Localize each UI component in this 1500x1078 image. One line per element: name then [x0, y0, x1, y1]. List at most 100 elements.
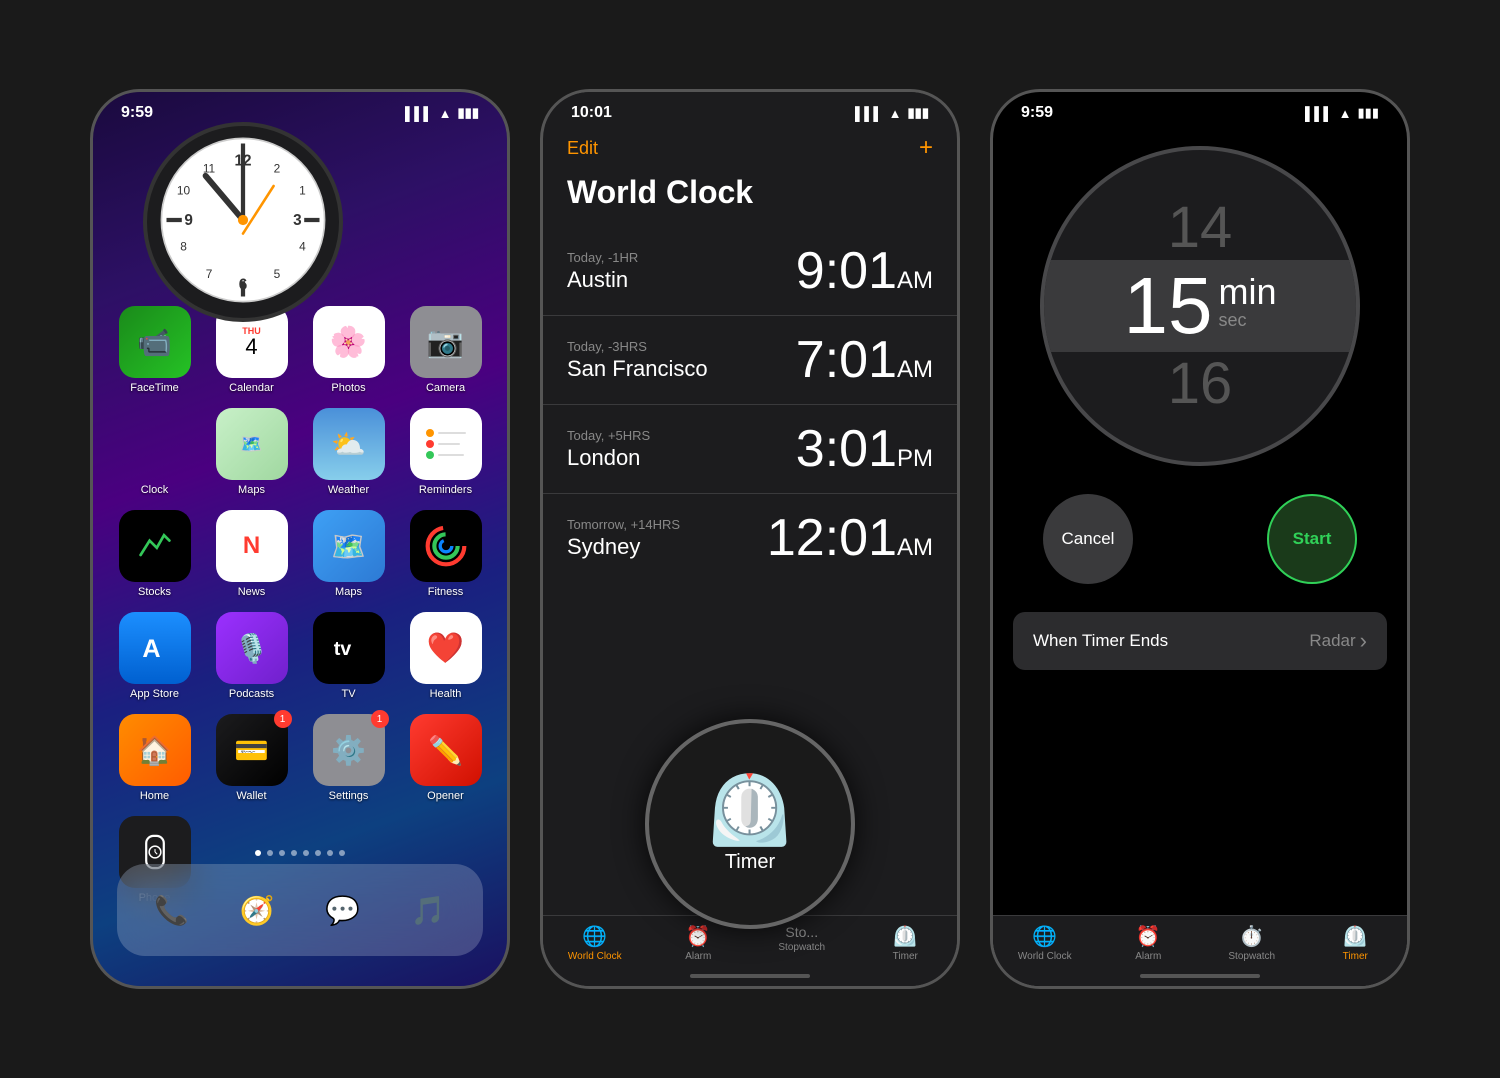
- tab-label-world-clock-p3: World Clock: [1018, 951, 1072, 962]
- svg-text:3: 3: [293, 212, 302, 229]
- svg-text:4: 4: [299, 239, 306, 253]
- clock-entry-sydney: Tomorrow, +14HRS Sydney 12:01AM: [543, 494, 957, 582]
- tab-timer-p2[interactable]: ⏲️ Timer: [854, 924, 958, 962]
- when-timer-value: Radar: [1309, 631, 1355, 651]
- app-home[interactable]: 🏠 Home: [113, 714, 196, 802]
- tab-label-alarm-p2: Alarm: [685, 951, 711, 962]
- start-label: Start: [1293, 529, 1332, 549]
- svg-text:tv: tv: [333, 638, 351, 660]
- app-settings[interactable]: ⚙️ 1 Settings: [307, 714, 390, 802]
- sf-label: Today, -3HRS: [567, 339, 708, 354]
- app-reminders[interactable]: Reminders: [404, 408, 487, 496]
- dock-phone[interactable]: 📞: [138, 876, 206, 944]
- timer-num-below: 16: [1168, 352, 1233, 416]
- tab-label-timer-p2: Timer: [893, 951, 918, 962]
- when-timer-label: When Timer Ends: [1033, 631, 1168, 651]
- app-wallet[interactable]: 💳 1 Wallet: [210, 714, 293, 802]
- tab-world-clock-p3[interactable]: 🌐 World Clock: [993, 924, 1097, 962]
- app-camera[interactable]: 📷 Camera: [404, 306, 487, 394]
- page-dots: [93, 850, 507, 856]
- clock-entry-sf: Today, -3HRS San Francisco 7:01AM: [543, 316, 957, 405]
- austin-time: 9:01AM: [796, 241, 933, 301]
- status-bar-phone1: 9:59 ▌▌▌ ▲ ▮▮▮: [93, 92, 507, 126]
- timer-wheel[interactable]: 14 15 min sec 16: [1040, 146, 1360, 466]
- dot-4: [291, 850, 297, 856]
- app-maps[interactable]: 🗺️ Maps: [307, 510, 390, 598]
- svg-text:5: 5: [274, 266, 281, 280]
- london-time: 3:01PM: [796, 419, 933, 479]
- stopwatch-icon-p2: Sto...: [785, 924, 818, 940]
- app-tv[interactable]: tv TV: [307, 612, 390, 700]
- tab-label-stopwatch-p2: Stopwatch: [778, 942, 825, 953]
- clock-circle-overlay: 12 3 6 9 2 1 4 5 7 8 10 11: [143, 122, 343, 322]
- world-clock-nav: Edit +: [543, 126, 957, 170]
- svg-text:7: 7: [206, 266, 213, 280]
- svg-text:10: 10: [177, 183, 191, 197]
- timer-num-current: 15: [1124, 266, 1213, 346]
- dot-1: [255, 850, 261, 856]
- tab-stopwatch-p2[interactable]: Sto... Stopwatch: [750, 924, 854, 962]
- app-maps2[interactable]: 🗺️ Maps: [210, 408, 293, 496]
- sydney-city: Sydney: [567, 534, 680, 560]
- wifi-icon: ▲: [439, 106, 452, 121]
- app-weather[interactable]: ⛅ Weather: [307, 408, 390, 496]
- stopwatch-icon-p3: ⏱️: [1239, 924, 1264, 949]
- tab-label-stopwatch-p3: Stopwatch: [1228, 951, 1275, 962]
- signal-icon-p3: ▌▌▌: [1305, 106, 1333, 121]
- tab-alarm-p2[interactable]: ⏰ Alarm: [647, 924, 751, 962]
- clock-entry-austin: Today, -1HR Austin 9:01AM: [543, 227, 957, 316]
- app-fitness[interactable]: Fitness: [404, 510, 487, 598]
- home-indicator-p2: [690, 974, 810, 978]
- edit-button[interactable]: Edit: [567, 138, 598, 159]
- app-news[interactable]: N News: [210, 510, 293, 598]
- london-label: Today, +5HRS: [567, 428, 650, 443]
- clock-list: Today, -1HR Austin 9:01AM Today, -3HRS S…: [543, 227, 957, 582]
- timer-current-row: 15 min sec: [1044, 260, 1356, 352]
- world-clock-icon-p2: 🌐: [582, 924, 607, 949]
- dock-safari[interactable]: 🧭: [223, 876, 291, 944]
- settings-badge: 1: [371, 710, 389, 728]
- tab-timer-p3[interactable]: ⏲️ Timer: [1304, 924, 1408, 962]
- start-button[interactable]: Start: [1267, 494, 1357, 584]
- wallet-badge: 1: [274, 710, 292, 728]
- timer-unit-small: sec: [1218, 310, 1246, 331]
- sf-time: 7:01AM: [796, 330, 933, 390]
- tab-world-clock-p2[interactable]: 🌐 World Clock: [543, 924, 647, 962]
- battery-icon-p2: ▮▮▮: [908, 105, 929, 121]
- timer-icon-p2: ⏲️: [893, 924, 918, 949]
- dot-6: [315, 850, 321, 856]
- dock-music[interactable]: 🎵: [394, 876, 462, 944]
- when-timer-ends-row[interactable]: When Timer Ends Radar ›: [1013, 612, 1387, 670]
- phone-home-screen: 9:59 ▌▌▌ ▲ ▮▮▮ 12 3 6: [90, 89, 510, 989]
- home-indicator-p3: [1140, 974, 1260, 978]
- app-grid: 📹 FaceTime THU 4 Calendar 🌸 Photos 📷: [93, 296, 507, 922]
- app-health[interactable]: ❤️ Health: [404, 612, 487, 700]
- add-clock-button[interactable]: +: [919, 134, 933, 162]
- app-clock-placeholder[interactable]: Clock: [113, 408, 196, 496]
- austin-label: Today, -1HR: [567, 250, 638, 265]
- clock-entry-london: Today, +5HRS London 3:01PM: [543, 405, 957, 494]
- app-podcasts[interactable]: 🎙️ Podcasts: [210, 612, 293, 700]
- app-opener[interactable]: ✏️ Opener: [404, 714, 487, 802]
- sydney-label: Tomorrow, +14HRS: [567, 517, 680, 532]
- alarm-icon-p2: ⏰: [686, 924, 711, 949]
- app-appstore[interactable]: A App Store: [113, 612, 196, 700]
- tab-stopwatch-p3[interactable]: ⏱️ Stopwatch: [1200, 924, 1304, 962]
- world-clock-title: World Clock: [543, 170, 957, 227]
- dock-messages[interactable]: 💬: [309, 876, 377, 944]
- cancel-button[interactable]: Cancel: [1043, 494, 1133, 584]
- app-photos[interactable]: 🌸 Photos: [307, 306, 390, 394]
- app-facetime[interactable]: 📹 FaceTime: [113, 306, 196, 394]
- svg-text:8: 8: [180, 239, 187, 253]
- dot-2: [267, 850, 273, 856]
- status-time-p3: 9:59: [1021, 104, 1053, 122]
- timer-zoom-icon: ⏲️: [706, 775, 793, 845]
- battery-icon-p3: ▮▮▮: [1358, 105, 1379, 121]
- tab-alarm-p3[interactable]: ⏰ Alarm: [1097, 924, 1201, 962]
- cancel-label: Cancel: [1062, 529, 1115, 549]
- app-stocks[interactable]: Stocks: [113, 510, 196, 598]
- alarm-icon-p3: ⏰: [1136, 924, 1161, 949]
- austin-city: Austin: [567, 267, 638, 293]
- wifi-icon-p3: ▲: [1339, 106, 1352, 121]
- timer-zoom-label: Timer: [725, 851, 775, 874]
